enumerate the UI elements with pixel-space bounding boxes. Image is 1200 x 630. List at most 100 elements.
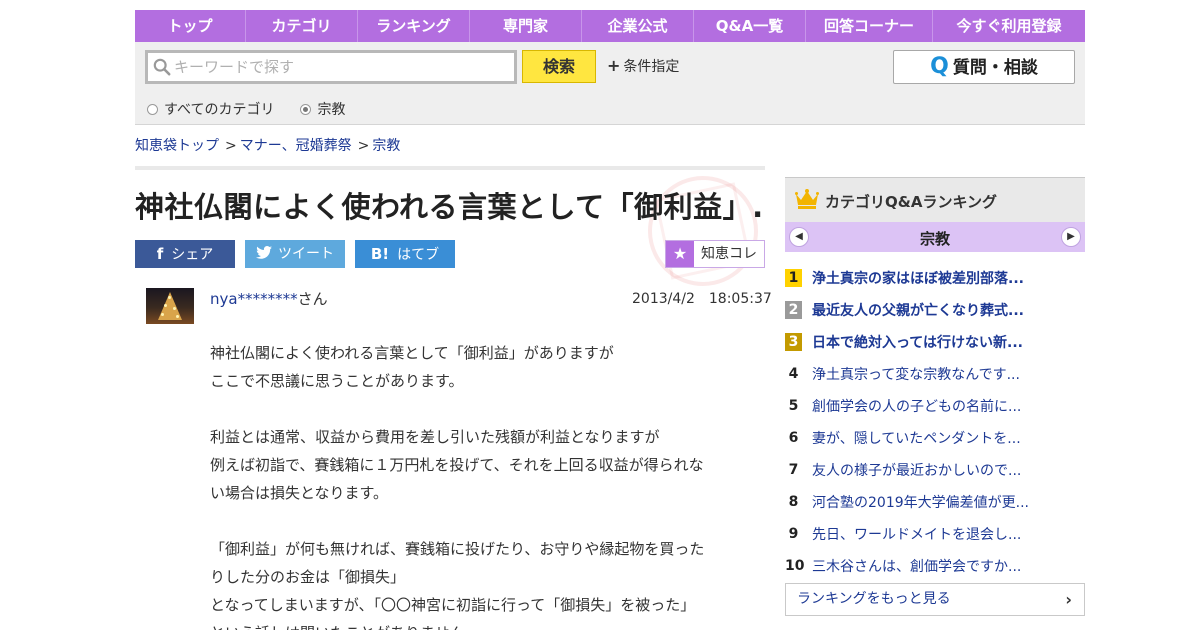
ranking-item[interactable]: 3 日本で絶対入っては行けない新... [785,331,1085,355]
rank-number: 6 [788,430,799,446]
rank-number: 3 [785,333,802,351]
chevron-right-icon: › [1065,590,1072,609]
rank-link[interactable]: 河合塾の2019年大学偏差値が更... [812,492,1029,512]
user-name: nya********さん [210,288,328,309]
top-nav: トップ カテゴリ ランキング 専門家 企業公式 Q&A一覧 回答コーナー 今すぐ… [135,10,1085,42]
share-twitter-label: ツイート [278,246,334,262]
rank-link[interactable]: 浄土真宗って変な宗教なんです... [812,364,1020,384]
breadcrumb-separator: > [357,138,370,154]
nav-category[interactable]: カテゴリ [246,10,358,42]
nav-top[interactable]: トップ [135,10,246,42]
rank-link[interactable]: 三木谷さんは、創価学会ですか... [812,556,1021,576]
ranking-item[interactable]: 8 河合塾の2019年大学偏差値が更... [785,491,1085,515]
avatar-light [173,307,176,310]
conditions-button[interactable]: + 条件指定 [607,56,679,76]
user-suffix: さん [297,290,328,308]
scope-all-radio[interactable] [147,103,158,115]
hatena-icon: B! [370,245,390,263]
ranking-item[interactable]: 4 浄土真宗って変な宗教なんです... [785,363,1085,387]
chevron-right-icon[interactable]: ▶ [1061,227,1081,247]
ranking-item[interactable]: 9 先日、ワールドメイトを退会し... [785,523,1085,547]
ranking-item[interactable]: 7 友人の様子が最近おかしいので... [785,459,1085,483]
rank-number: 2 [785,301,802,319]
rank-link[interactable]: 最近友人の父親が亡くなり葬式... [812,300,1024,320]
nav-register[interactable]: 今すぐ利用登録 [933,10,1085,42]
ranking-item[interactable]: 6 妻が、隠していたペンダントを... [785,427,1085,451]
scope-all-label: すべてのカテゴリ [164,102,275,118]
body-line: い場合は損失となります。 [210,484,389,502]
share-hatena-button[interactable]: B! はてブ [355,240,455,268]
rank-number: 4 [788,366,799,382]
share-facebook-label: シェア [171,247,214,263]
nav-answer-corner[interactable]: 回答コーナー [806,10,933,42]
ranking-item[interactable]: 1 浄土真宗の家はほぼ被差別部落... [785,267,1085,291]
ranking-item[interactable]: 2 最近友人の父親が亡くなり葬式... [785,299,1085,323]
rank-number: 10 [785,558,805,574]
breadcrumb-item-manners[interactable]: マナー、冠婚葬祭 [240,138,352,154]
ranking-more-label: ランキングをもっと見る [797,591,951,607]
chiekore-label: 知恵コレ [701,246,757,262]
rank-number: 9 [788,526,799,542]
ask-question-button[interactable]: Q 質問・相談 [893,50,1075,84]
ranking-category-name: 宗教 [919,230,950,248]
body-line: 神社仏閣によく使われる言葉として「御利益」がありますが [210,344,614,362]
avatar[interactable] [146,288,194,324]
body-line: 利益とは通常、収益から費用を差し引いた残額が利益となりますが [210,428,660,446]
breadcrumb: 知恵袋トップ > マナー、冠婚葬祭 > 宗教 [135,135,400,155]
scope-category-label: 宗教 [317,102,346,118]
breadcrumb-item-religion[interactable]: 宗教 [372,138,400,154]
rank-link[interactable]: 浄土真宗の家はほぼ被差別部落... [812,268,1024,288]
rank-number: 7 [788,462,799,478]
rank-number: 1 [785,269,802,287]
conditions-label: 条件指定 [623,59,680,75]
question-body: 神社仏閣によく使われる言葉として「御利益」がありますが ここで不思議に思うことが… [210,339,755,630]
section-divider [135,166,765,170]
question-title: 神社仏閣によく使われる言葉として「御利益」... [135,190,765,224]
ranking-more-button[interactable]: ランキングをもっと見る › [785,583,1085,616]
ranking-category-bar: 宗教 ◀ ▶ [785,222,1085,252]
breadcrumb-separator: > [225,138,237,154]
body-line: 例えば初詣で、賽銭箱に１万円札を投げて、それを上回る収益が得られな [210,456,704,474]
body-gap [210,395,755,423]
avatar-light [164,304,167,307]
rank-link[interactable]: 先日、ワールドメイトを退会し... [812,524,1021,544]
facebook-icon: f [156,245,164,263]
nav-qa-list[interactable]: Q&A一覧 [694,10,806,42]
rank-link[interactable]: 友人の様子が最近おかしいので... [812,460,1021,480]
search-button[interactable]: 検索 [522,50,596,83]
plus-icon: + [607,56,621,75]
breadcrumb-item-top[interactable]: 知恵袋トップ [135,138,219,154]
search-area: 検索 +条件指定 Q質問・相談 すべてのカテゴリ 宗教 [135,42,1085,125]
body-line: ここで不思議に思うことがあります。 [210,372,464,390]
rank-link[interactable]: 創価学会の人の子どもの名前に... [812,396,1021,416]
rank-number: 5 [788,398,799,414]
nav-expert[interactable]: 専門家 [470,10,582,42]
search-scope: すべてのカテゴリ 宗教 [147,99,371,119]
body-line: りした分のお金は「御損失」 [210,568,406,586]
search-icon [153,58,171,76]
ranking-title: カテゴリQ&Aランキング [825,193,997,211]
search-box [145,50,517,84]
rank-number: 8 [788,494,799,510]
ranking-header: カテゴリQ&Aランキング [785,177,1085,222]
twitter-icon [256,246,272,259]
chevron-left-icon[interactable]: ◀ [789,227,809,247]
nav-ranking[interactable]: ランキング [358,10,470,42]
question-q-icon: Q [930,54,949,79]
search-input[interactable] [174,56,509,78]
share-twitter-button[interactable]: ツイート [245,240,345,268]
scope-category-radio[interactable] [300,103,312,115]
chiekore-button[interactable]: ★ 知恵コレ [665,240,765,268]
post-date: 2013/4/2 18:05:37 [632,291,772,307]
share-facebook-button[interactable]: f シェア [135,240,235,268]
rank-link[interactable]: 妻が、隠していたペンダントを... [812,428,1021,448]
body-gap [210,507,755,535]
body-line: となってしまいますが、「〇〇神宮に初詣に行って「御損失」を被った」 [210,596,696,614]
nav-official[interactable]: 企業公式 [582,10,694,42]
ranking-item[interactable]: 5 創価学会の人の子どもの名前に... [785,395,1085,419]
user-name-link[interactable]: nya******** [210,290,298,308]
rank-link[interactable]: 日本で絶対入っては行けない新... [812,332,1023,352]
ask-question-label: 質問・相談 [952,58,1038,78]
body-line: という話しは聞いたことがありません [210,619,755,630]
ranking-item[interactable]: 10 三木谷さんは、創価学会ですか... [785,555,1085,579]
